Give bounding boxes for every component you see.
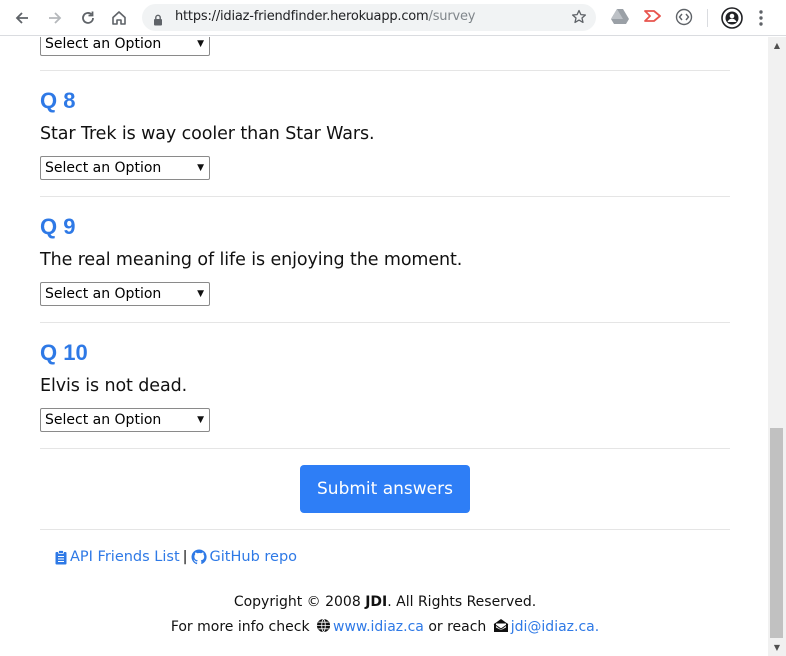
info-middle: or reach: [428, 619, 487, 635]
question-divider: [40, 322, 730, 323]
home-button[interactable]: [108, 7, 130, 29]
question-text: Star Trek is way cooler than Star Wars.: [40, 124, 375, 144]
question-number: Q 9: [40, 214, 76, 239]
q8-select[interactable]: Select an Option ▼: [40, 156, 210, 180]
select-value: Select an Option: [45, 412, 162, 428]
bookmark-star-icon[interactable]: [571, 9, 587, 29]
question-text: The real meaning of life is enjoying the…: [40, 250, 463, 270]
footer-divider: [40, 529, 730, 530]
question-divider: [40, 448, 730, 449]
copyright-suffix: . All Rights Reserved.: [387, 594, 537, 610]
select-value: Select an Option: [45, 37, 162, 52]
back-button[interactable]: [11, 7, 33, 29]
contact-line: For more info check www.idiaz.ca or reac…: [40, 618, 730, 635]
github-repo-label: GitHub repo: [209, 549, 298, 565]
scroll-down-arrow-icon[interactable]: ▼: [768, 639, 786, 656]
select-value: Select an Option: [45, 160, 162, 176]
url-path: /survey: [428, 9, 476, 24]
info-prefix: For more info check: [170, 619, 310, 635]
select-value: Select an Option: [45, 286, 162, 302]
q7-select[interactable]: Select an Option ▼: [40, 37, 210, 56]
address-bar[interactable]: https://idiaz-friendfinder.herokuapp.com…: [142, 4, 596, 31]
question-number: Q 8: [40, 88, 76, 113]
api-friends-link[interactable]: API Friends List: [55, 549, 180, 565]
scroll-up-arrow-icon[interactable]: ▲: [768, 37, 786, 54]
home-icon: [112, 11, 126, 25]
question-number: Q 10: [40, 340, 88, 365]
page-scrollbar[interactable]: ▲ ▼: [768, 37, 786, 656]
back-arrow-icon: [15, 12, 28, 24]
q9-select[interactable]: Select an Option ▼: [40, 282, 210, 306]
question-text: Elvis is not dead.: [40, 376, 188, 396]
page-viewport: Select an Option ▼ Q 8 Star Trek is way …: [0, 37, 768, 656]
clipboard-list-icon: [55, 549, 67, 564]
footer-links: API Friends List | GitHub repo: [55, 549, 297, 565]
question-divider: [40, 196, 730, 197]
website-link[interactable]: www.idiaz.ca: [333, 619, 424, 635]
profile-avatar-icon[interactable]: [721, 7, 743, 33]
forward-button[interactable]: [44, 7, 66, 29]
drive-extension-icon[interactable]: [611, 8, 629, 28]
github-repo-link[interactable]: GitHub repo: [191, 549, 298, 565]
q10-select[interactable]: Select an Option ▼: [40, 408, 210, 432]
dropdown-arrow-icon: ▼: [197, 289, 204, 299]
cast-extension-icon[interactable]: [643, 8, 661, 28]
github-icon: [191, 549, 207, 565]
dropdown-arrow-icon: ▼: [197, 415, 204, 425]
forward-arrow-icon: [49, 12, 62, 24]
copyright-line: Copyright © 2008 JDI. All Rights Reserve…: [40, 594, 730, 610]
lock-icon: [153, 11, 163, 30]
question-divider: [40, 70, 730, 71]
link-separator: |: [182, 549, 188, 565]
reload-icon: [82, 11, 94, 24]
toolbar-divider: [707, 9, 708, 27]
url-text: https://idiaz-friendfinder.herokuapp.com…: [175, 9, 475, 24]
api-friends-label: API Friends List: [70, 549, 180, 565]
reload-button[interactable]: [77, 7, 99, 29]
dropdown-arrow-icon: ▼: [197, 39, 204, 49]
code-extension-icon[interactable]: [675, 8, 693, 30]
email-link[interactable]: jdi@idiaz.ca.: [511, 619, 599, 635]
globe-icon: [316, 618, 331, 633]
browser-toolbar: https://idiaz-friendfinder.herokuapp.com…: [0, 0, 786, 36]
url-host: https://idiaz-friendfinder.herokuapp.com: [175, 9, 429, 24]
submit-answers-button[interactable]: Submit answers: [300, 465, 470, 513]
menu-kebab-icon[interactable]: [758, 9, 764, 31]
dropdown-arrow-icon: ▼: [197, 163, 204, 173]
envelope-open-icon: [493, 619, 509, 632]
scrollbar-thumb[interactable]: [770, 428, 783, 638]
copyright-brand: JDI: [365, 594, 388, 610]
copyright-prefix: Copyright © 2008: [233, 594, 361, 610]
